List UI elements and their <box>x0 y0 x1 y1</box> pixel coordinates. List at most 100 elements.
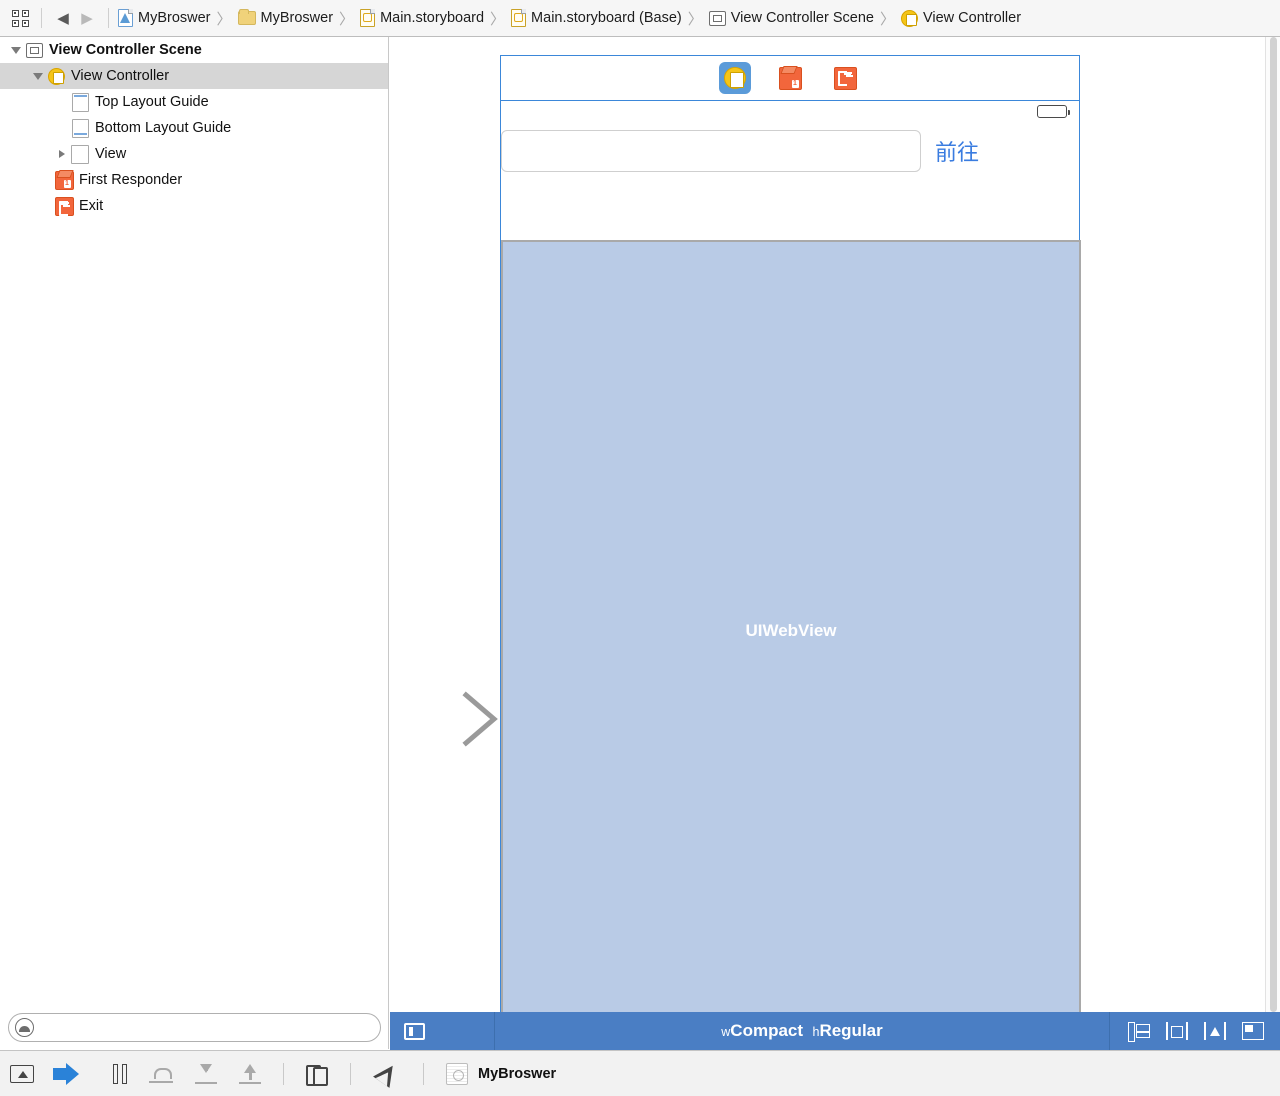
breadcrumb-label: View Controller Scene <box>730 10 874 26</box>
continue-button[interactable] <box>53 1061 79 1087</box>
simulate-location-button[interactable] <box>373 1059 401 1088</box>
resolve-issues-icon[interactable] <box>1242 1022 1264 1040</box>
breadcrumb-item-view-controller[interactable]: View Controller <box>900 9 1021 27</box>
outline-row-exit[interactable]: Exit <box>0 193 388 219</box>
breadcrumb-item-scene[interactable]: View Controller Scene <box>708 10 874 26</box>
outline-row-label: First Responder <box>79 172 183 188</box>
disclosure-triangle-icon[interactable] <box>8 46 24 54</box>
outline-row-view[interactable]: View <box>0 141 388 167</box>
breadcrumb-item-project[interactable]: MyBroswer <box>118 9 211 27</box>
continue-icon <box>53 1062 79 1085</box>
step-over-button[interactable] <box>149 1061 173 1087</box>
canvas-vertical-scrollbar[interactable] <box>1265 37 1280 1012</box>
width-class-prefix: w <box>721 1025 731 1039</box>
document-outline-panel: View Controller Scene View Controller To… <box>0 37 389 1049</box>
divider <box>350 1062 351 1085</box>
outline-row-bottom-layout-guide[interactable]: Bottom Layout Guide <box>0 115 388 141</box>
outline-row-first-responder[interactable]: 1 First Responder <box>0 167 388 193</box>
height-class-value: Regular <box>819 1021 883 1040</box>
folder-icon <box>237 9 256 25</box>
auto-layout-toolbar <box>1109 1012 1280 1050</box>
breadcrumb-label: MyBroswer <box>138 10 211 26</box>
process-icon-wrap <box>446 1061 468 1087</box>
scene-dock-first-responder-button[interactable]: 1 <box>774 62 806 94</box>
navigate-forward-button[interactable]: ▶ <box>75 7 99 29</box>
top-layout-guide-icon <box>70 92 90 112</box>
console-icon <box>10 1064 34 1083</box>
breadcrumb-item-storyboard[interactable]: Main.storyboard <box>360 9 484 27</box>
storyboard-file-icon <box>511 9 527 27</box>
divider <box>423 1062 424 1085</box>
navigate-back-button[interactable]: ◀ <box>51 7 75 29</box>
location-arrow-icon <box>373 1059 401 1088</box>
grid-icon <box>11 9 29 27</box>
breadcrumb-separator: 〉 <box>339 10 355 28</box>
first-responder-icon: 1 <box>54 170 74 190</box>
outline-row-label: Top Layout Guide <box>95 94 209 110</box>
scene-icon <box>708 10 726 26</box>
process-label: MyBroswer <box>478 1065 557 1082</box>
scene-icon <box>24 42 44 58</box>
first-responder-icon: 1 <box>778 66 802 90</box>
toggle-console-button[interactable] <box>10 1061 34 1087</box>
breadcrumb-label: Main.storyboard (Base) <box>531 10 682 26</box>
outline-row-view-controller[interactable]: View Controller <box>0 63 388 89</box>
scene-dock: 1 <box>500 55 1080 101</box>
divider <box>41 8 42 28</box>
url-bar-row: 前往 <box>501 122 1079 172</box>
uiwebview[interactable]: UIWebView <box>501 240 1081 1012</box>
storyboard-canvas[interactable]: 1 前往 UIWebView <box>390 37 1280 1012</box>
step-over-icon <box>149 1065 173 1083</box>
go-button[interactable]: 前往 <box>935 135 979 167</box>
disclosure-triangle-icon[interactable] <box>54 150 70 158</box>
pin-icon[interactable] <box>1204 1022 1226 1040</box>
device-preview[interactable]: 前往 UIWebView <box>500 101 1081 1012</box>
pause-icon <box>113 1063 127 1084</box>
view-controller-icon <box>46 67 66 85</box>
outline-filter-field[interactable] <box>8 1012 381 1042</box>
view-controller-scene[interactable]: 1 前往 UIWebView <box>500 55 1081 1012</box>
document-outline-toggle-icon <box>404 1022 425 1040</box>
step-into-button[interactable] <box>195 1061 217 1087</box>
outline-row-top-layout-guide[interactable]: Top Layout Guide <box>0 89 388 115</box>
filter-toggle-icon[interactable] <box>15 1017 34 1037</box>
divider <box>283 1062 284 1085</box>
view-icon <box>70 144 90 164</box>
view-hierarchy-icon <box>306 1064 328 1086</box>
breadcrumb-item-group[interactable]: MyBroswer <box>237 9 333 26</box>
scene-dock-view-controller-button[interactable] <box>719 62 751 94</box>
breadcrumb-separator: 〉 <box>879 10 895 28</box>
size-class-bar: wCompact hRegular <box>390 1012 1280 1050</box>
outline-row-view-controller-scene[interactable]: View Controller Scene <box>0 37 388 63</box>
document-outline-toggle-button[interactable] <box>390 1012 495 1050</box>
app-file-icon <box>118 9 133 27</box>
breadcrumb-item-storyboard-base[interactable]: Main.storyboard (Base) <box>511 9 682 27</box>
exit-icon <box>54 196 74 216</box>
breadcrumb-separator: 〉 <box>687 10 703 28</box>
debug-toolbar: MyBroswer <box>0 1050 1280 1096</box>
scrollbar-thumb[interactable] <box>1270 37 1277 1012</box>
breadcrumb-separator: 〉 <box>490 10 506 28</box>
simulated-status-bar <box>501 101 1079 122</box>
process-icon <box>446 1062 468 1085</box>
view-controller-icon <box>900 9 918 27</box>
stack-icon[interactable] <box>1128 1022 1150 1042</box>
uiwebview-label: UIWebView <box>745 621 837 640</box>
url-text-field[interactable] <box>501 130 921 172</box>
outline-row-label: Exit <box>79 198 104 214</box>
pause-button[interactable] <box>113 1061 127 1087</box>
exit-icon <box>833 66 857 90</box>
view-hierarchy-button[interactable] <box>306 1061 328 1087</box>
related-items-button[interactable] <box>8 7 32 29</box>
disclosure-triangle-icon[interactable] <box>30 72 46 80</box>
size-class-label[interactable]: wCompact hRegular <box>495 1021 1109 1041</box>
battery-icon <box>1037 105 1070 118</box>
outline-filter-input[interactable] <box>34 1019 380 1035</box>
initial-view-controller-arrow <box>390 691 498 747</box>
storyboard-file-icon <box>360 9 376 27</box>
outline-filter-bar <box>0 1005 388 1049</box>
divider <box>108 8 109 28</box>
scene-dock-exit-button[interactable] <box>829 62 861 94</box>
align-icon[interactable] <box>1166 1022 1188 1040</box>
step-out-button[interactable] <box>239 1061 261 1087</box>
